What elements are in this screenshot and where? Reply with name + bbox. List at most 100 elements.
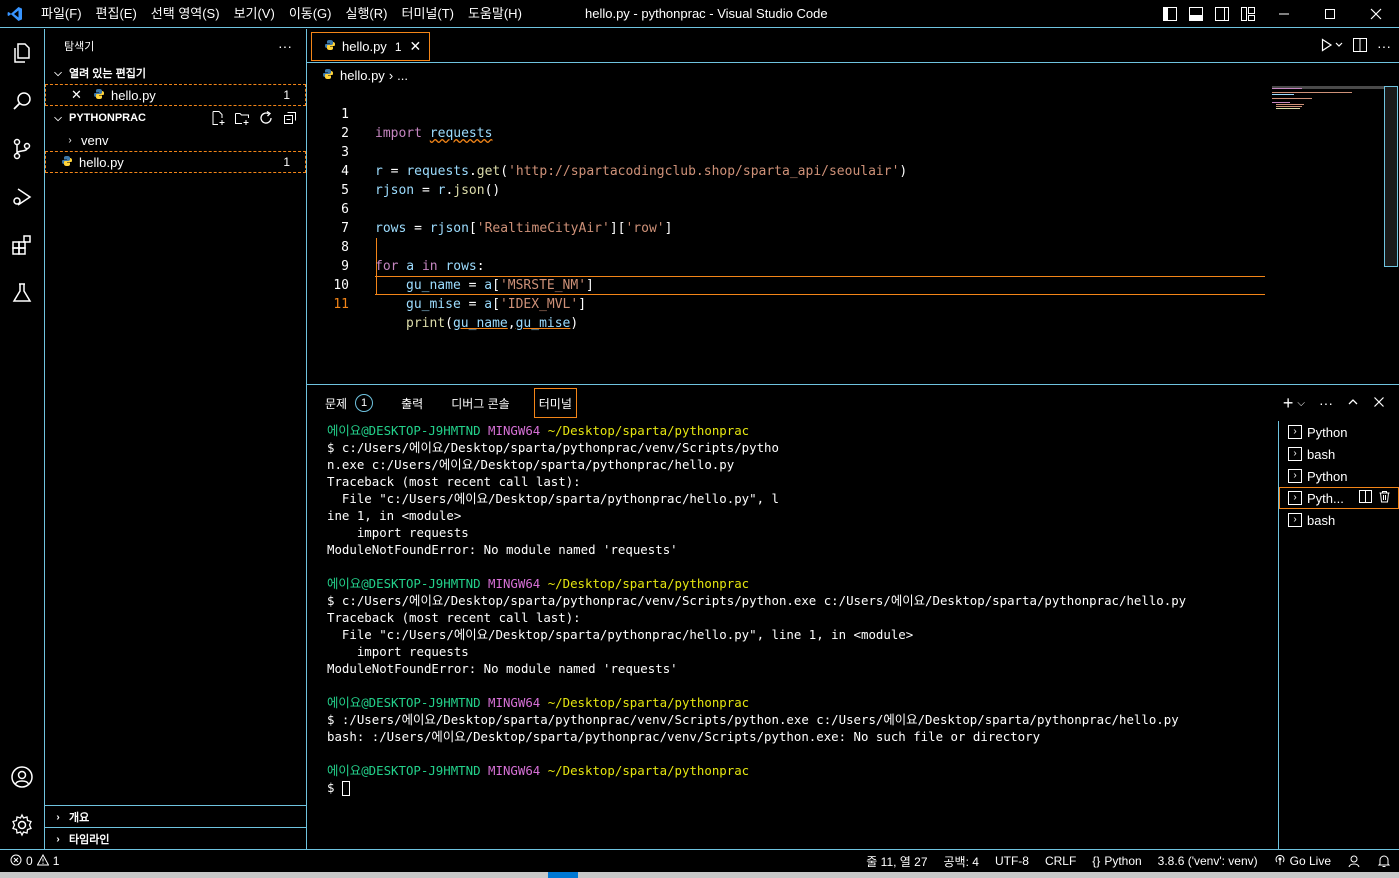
more-actions-icon[interactable]: ··· — [1319, 395, 1333, 411]
problems-status[interactable]: 0 1 — [0, 853, 59, 869]
menu-bar: 파일(F) 편집(E) 선택 영역(S) 보기(V) 이동(G) 실행(R) 터… — [34, 0, 529, 28]
terminal-list-item[interactable]: › bash — [1279, 443, 1399, 465]
go-live-button[interactable]: Go Live — [1274, 854, 1331, 869]
search-icon[interactable] — [0, 77, 44, 125]
feedback-icon[interactable] — [1347, 854, 1361, 868]
activity-bar — [0, 29, 45, 849]
maximize-icon[interactable] — [1307, 0, 1353, 28]
encoding[interactable]: UTF-8 — [995, 854, 1029, 868]
terminal-list-item[interactable]: › bash — [1279, 509, 1399, 531]
code-line: 5 — [341, 183, 349, 198]
terminal-line: Traceback (most recent call last): — [327, 610, 581, 625]
terminal-icon: › — [1288, 425, 1302, 439]
terminal-line: ModuleNotFoundError: No module named 're… — [327, 661, 678, 676]
settings-gear-icon[interactable] — [0, 801, 44, 849]
tab-terminal[interactable]: 터미널 — [533, 388, 577, 418]
explorer-icon[interactable] — [0, 29, 44, 77]
bottom-panel: 문제 1 출력 디버그 콘솔 터미널 + ⌵ ··· 에이요@DESKTOP-J… — [307, 384, 1399, 850]
customize-layout-icon[interactable] — [1235, 0, 1261, 28]
terminal-list-item-active[interactable]: › Pyth... — [1279, 487, 1399, 509]
warning-icon — [36, 853, 50, 869]
close-icon[interactable]: ✕ — [71, 87, 85, 103]
testing-flask-icon[interactable] — [0, 269, 44, 317]
language-mode[interactable]: {} Python — [1092, 854, 1141, 868]
line-ending[interactable]: CRLF — [1045, 854, 1076, 868]
menu-run[interactable]: 실행(R) — [339, 0, 395, 28]
breadcrumb-symbol[interactable]: ... — [397, 68, 408, 83]
menu-view[interactable]: 보기(V) — [227, 0, 282, 28]
menu-file[interactable]: 파일(F) — [34, 0, 89, 28]
tab-output[interactable]: 출력 — [397, 388, 427, 418]
extensions-icon[interactable] — [0, 221, 44, 269]
close-window-icon[interactable] — [1353, 0, 1399, 28]
split-editor-icon[interactable] — [1353, 37, 1367, 55]
menu-selection[interactable]: 선택 영역(S) — [144, 0, 227, 28]
toggle-secondary-sidebar-icon[interactable] — [1209, 0, 1235, 28]
menu-go[interactable]: 이동(G) — [282, 0, 339, 28]
notifications-bell-icon[interactable] — [1377, 854, 1391, 868]
terminal-list-item[interactable]: › Python — [1279, 465, 1399, 487]
outline-section[interactable]: › 개요 — [45, 805, 306, 828]
menu-edit[interactable]: 편집(E) — [89, 0, 144, 28]
cursor-position[interactable]: 줄 11, 열 27 — [866, 853, 927, 870]
toggle-sidebar-icon[interactable] — [1157, 0, 1183, 28]
python-interpreter[interactable]: 3.8.6 ('venv': venv) — [1158, 854, 1258, 868]
toggle-panel-icon[interactable] — [1183, 0, 1209, 28]
tab-problems[interactable]: 문제 1 — [321, 388, 377, 418]
taskbar-active-indicator — [548, 872, 578, 878]
more-actions-icon[interactable]: ··· — [1377, 38, 1391, 54]
open-editor-item[interactable]: ✕ hello.py 1 — [45, 84, 306, 106]
code-editor[interactable]: 1 import requests 2 3 r = requests.get('… — [307, 86, 1399, 383]
tab-hello-py[interactable]: hello.py 1 ✕ — [311, 32, 430, 61]
project-section[interactable]: ⌵ PYTHONPRAC — [45, 107, 306, 129]
terminal-line: File "c:/Users/에이요/Desktop/sparta/python… — [327, 491, 779, 506]
run-python-file-icon[interactable] — [1321, 37, 1343, 55]
minimap[interactable] — [1272, 86, 1385, 126]
timeline-section[interactable]: › 타임라인 — [45, 827, 306, 850]
open-editors-section[interactable]: ⌵ 열려 있는 편집기 — [45, 62, 306, 84]
python-file-icon — [91, 88, 107, 103]
chevron-down-icon: ⌵ — [54, 112, 62, 124]
terminal-line: import requests — [327, 525, 469, 540]
terminal-icon: › — [1288, 447, 1302, 461]
terminal-prompt: 에이요@DESKTOP-J9HMTND MINGW64 ~/Desktop/sp… — [327, 763, 750, 778]
title-bar: 파일(F) 편집(E) 선택 영역(S) 보기(V) 이동(G) 실행(R) 터… — [0, 0, 1399, 28]
editor-scrollbar[interactable] — [1384, 86, 1398, 267]
chevron-right-icon: › — [388, 67, 394, 83]
menu-help[interactable]: 도움말(H) — [461, 0, 529, 28]
chevron-down-icon[interactable]: ⌵ — [1297, 398, 1305, 409]
new-folder-icon[interactable] — [234, 110, 250, 126]
refresh-icon[interactable] — [258, 110, 274, 126]
code-line: 2 — [341, 126, 349, 141]
terminal-line: n.exe c:/Users/에이요/Desktop/sparta/python… — [327, 457, 735, 472]
new-file-icon[interactable] — [210, 110, 226, 126]
indentation[interactable]: 공백: 4 — [944, 853, 979, 870]
more-actions-icon[interactable]: ··· — [278, 38, 292, 54]
trash-icon[interactable] — [1378, 490, 1391, 506]
tree-item-hello-py[interactable]: hello.py 1 — [45, 151, 306, 173]
collapse-all-icon[interactable] — [282, 110, 298, 126]
problems-count-badge: 1 — [355, 394, 374, 412]
new-terminal-icon[interactable]: + — [1283, 393, 1294, 414]
braces-icon: {} — [1092, 854, 1101, 868]
python-file-icon — [322, 68, 334, 83]
terminal-line: ModuleNotFoundError: No module named 're… — [327, 542, 678, 557]
tab-debug-console[interactable]: 디버그 콘솔 — [447, 388, 514, 418]
terminal-list-item[interactable]: › Python — [1279, 421, 1399, 443]
code-line: 7 — [341, 221, 349, 236]
breadcrumb-file[interactable]: hello.py — [340, 68, 385, 83]
maximize-panel-icon[interactable] — [1347, 395, 1359, 411]
account-icon[interactable] — [0, 753, 44, 801]
run-debug-icon[interactable] — [0, 173, 44, 221]
tree-item-venv[interactable]: › venv — [45, 129, 306, 151]
menu-terminal[interactable]: 터미널(T) — [394, 0, 460, 28]
close-panel-icon[interactable] — [1373, 395, 1385, 411]
terminal-output[interactable]: 에이요@DESKTOP-J9HMTND MINGW64 ~/Desktop/sp… — [327, 422, 1277, 796]
split-terminal-icon[interactable] — [1359, 490, 1372, 506]
close-icon[interactable]: ✕ — [410, 38, 422, 55]
terminal-input-line[interactable]: $ — [327, 779, 1277, 796]
source-control-icon[interactable] — [0, 125, 44, 173]
code-line: 6 rows = rjson['RealtimeCityAir']['row'] — [341, 202, 673, 236]
minimize-icon[interactable] — [1261, 0, 1307, 28]
terminal-list: › Python › bash › Python › Pyth... › bas… — [1278, 421, 1399, 850]
